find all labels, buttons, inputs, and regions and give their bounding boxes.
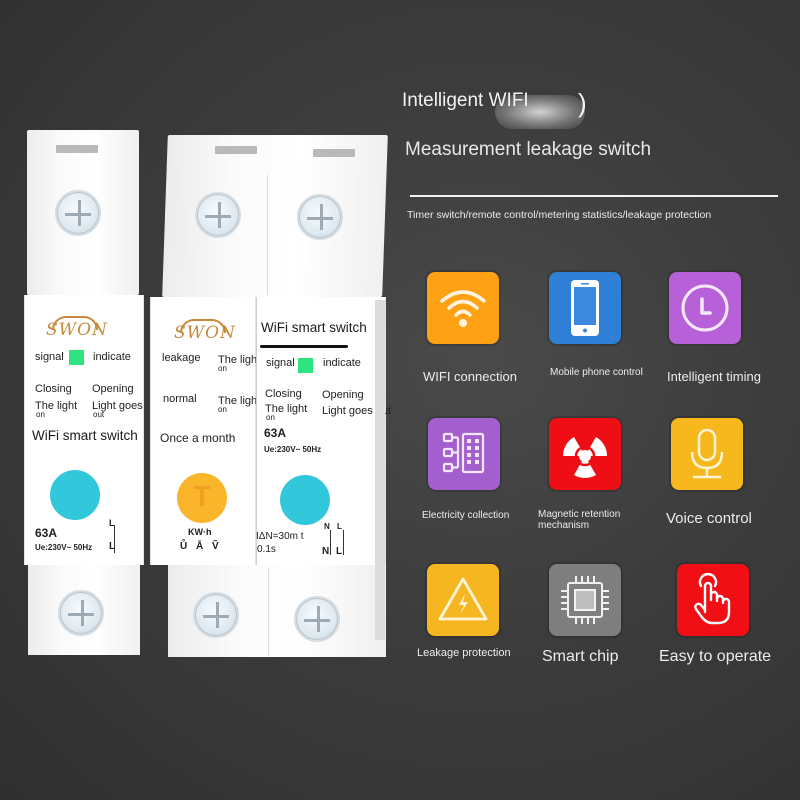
- chip-icon: [561, 576, 609, 624]
- brand-logo: SWON: [174, 323, 236, 343]
- screw-icon: [55, 190, 101, 236]
- feature-summary: Timer switch/remote control/metering sta…: [407, 209, 712, 221]
- screw-icon: [193, 592, 239, 638]
- feature-easy-to-operate: [677, 564, 749, 636]
- microphone-icon: [690, 428, 724, 479]
- feature-label-line2: mechanism: [538, 519, 590, 531]
- feature-label: Mobile phone control: [550, 367, 643, 378]
- radiation-icon: [563, 437, 607, 478]
- measurement-symbols: Ů Ā Ṽ: [180, 541, 222, 552]
- feature-electricity-collection: [428, 418, 500, 490]
- signal-led: [69, 350, 84, 365]
- light-on-sub: on: [36, 410, 45, 419]
- normal-label: normal: [163, 393, 197, 405]
- terminal-l: L: [336, 546, 343, 557]
- terminal-n-top: N: [324, 522, 330, 531]
- feature-voice-control: [671, 418, 743, 490]
- header-divider: [410, 195, 778, 197]
- clock-icon: [681, 284, 729, 332]
- pole-divider: [256, 297, 257, 565]
- brand-logo: SWON: [46, 320, 108, 340]
- indicate-label: indicate: [323, 357, 361, 369]
- feature-label: Intelligent timing: [667, 369, 761, 384]
- screw-icon: [294, 596, 340, 642]
- product-name: WiFi smart switch: [261, 320, 367, 335]
- test-button[interactable]: [177, 473, 227, 523]
- feature-label: Smart chip: [542, 648, 619, 665]
- title-underline: [260, 345, 348, 348]
- light-out-sub: out: [93, 410, 105, 419]
- feature-intelligent-timing: [669, 272, 741, 344]
- terminal-tab: [56, 145, 98, 153]
- terminal-tab: [215, 146, 257, 154]
- meter-network-icon: [442, 432, 485, 474]
- spec-label: Ue:230V~ 50Hz: [264, 445, 322, 454]
- signal-label: signal: [35, 351, 64, 363]
- toggle-button[interactable]: [50, 470, 100, 520]
- spec-label: Ue:230V~ 50Hz: [35, 543, 93, 552]
- feature-leakage-protection: [427, 564, 499, 636]
- terminal-n: N: [322, 546, 330, 557]
- feature-mobile-phone-control: [549, 272, 621, 344]
- leakage-label: leakage: [162, 352, 201, 364]
- feature-magnetic-retention: [549, 418, 621, 490]
- light-on-sub: on: [266, 413, 275, 422]
- product-name: WiFi smart switch: [32, 428, 138, 443]
- trip-time-label: 0.1s: [257, 544, 276, 555]
- side-edge: [375, 300, 385, 640]
- feature-label-line1: Magnetic retention: [538, 509, 621, 520]
- high-voltage-warning-icon: [438, 577, 488, 621]
- wifi-icon: [440, 290, 486, 327]
- test-note: Once a month: [160, 431, 236, 445]
- indicate-label: indicate: [93, 351, 131, 363]
- feature-wifi-connection: [427, 272, 499, 344]
- screw-icon: [297, 194, 343, 240]
- headline: Intelligent WIFI: [402, 90, 529, 111]
- terminal-tab: [313, 149, 355, 157]
- rating-label: 63A: [35, 526, 58, 540]
- signal-label: signal: [266, 357, 295, 369]
- closing-label: Closing: [265, 388, 302, 400]
- rating-label: 63A: [264, 426, 287, 440]
- headline-bracket: ): [578, 88, 587, 118]
- opening-label: Opening: [322, 389, 364, 401]
- screw-icon: [58, 590, 104, 636]
- pole-divider: [267, 175, 268, 295]
- residual-current-label: IΔN=30m t: [256, 531, 304, 542]
- toggle-button[interactable]: [280, 475, 330, 525]
- feature-smart-chip: [549, 564, 621, 636]
- switch-symbol-l: [343, 530, 344, 555]
- terminal-l-top: L: [337, 522, 342, 531]
- opening-label: Opening: [92, 383, 134, 395]
- terminal-bottom-label: L: [109, 541, 116, 552]
- signal-led: [298, 358, 313, 373]
- feature-label: Voice control: [666, 510, 752, 527]
- feature-label: Electricity collection: [422, 510, 510, 521]
- touch-hand-icon: [694, 573, 731, 625]
- energy-unit-label: KW·h: [188, 527, 212, 537]
- screw-icon: [195, 192, 241, 238]
- feature-label: Easy to operate: [659, 648, 772, 665]
- pole-divider: [268, 568, 269, 656]
- leakage-light-sub: on: [218, 364, 227, 373]
- feature-label: Magnetic retention mechanism: [538, 509, 621, 531]
- mobile-phone-icon: [571, 280, 599, 336]
- sub-headline: Measurement leakage switch: [405, 139, 652, 160]
- feature-label: WIFI connection: [423, 369, 517, 384]
- closing-label: Closing: [35, 383, 72, 395]
- feature-label: Leakage protection: [417, 647, 511, 659]
- switch-symbol-n: [330, 530, 331, 555]
- normal-light-sub: on: [218, 405, 227, 414]
